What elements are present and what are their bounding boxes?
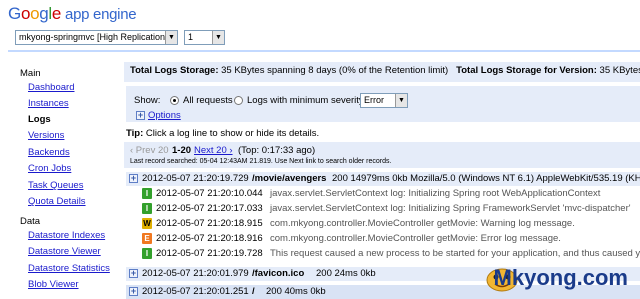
pager-bar: ‹ Prev 20 1-20 Next 20 › (Top: 0:17:33 a… bbox=[124, 142, 640, 168]
chevron-down-icon[interactable]: ▼ bbox=[395, 94, 407, 107]
sidebar-item-instances[interactable]: Instances bbox=[28, 98, 69, 109]
log-time: 2012-05-07 21:20:10.044 bbox=[156, 188, 263, 199]
info-level-icon: I bbox=[142, 188, 152, 199]
expand-plus-icon[interactable]: + bbox=[129, 269, 138, 278]
log-message: com.mkyong.controller.MovieController ge… bbox=[270, 218, 575, 229]
last-record-searched: Last record searched: 05-04 12:43AM 21.8… bbox=[130, 158, 392, 165]
sidebar-item-blob-viewer[interactable]: Blob Viewer bbox=[28, 279, 79, 290]
log-time: 2012-05-07 21:20:17.033 bbox=[156, 203, 263, 214]
log-path: / bbox=[252, 286, 255, 297]
log-time: 2012-05-07 21:20:01.251 bbox=[142, 286, 249, 297]
tip-text: Click a log line to show or hide its det… bbox=[145, 128, 320, 139]
log-line-row[interactable]: I 2012-05-07 21:20:10.044 javax.servlet.… bbox=[126, 187, 640, 201]
error-level-icon: E bbox=[142, 233, 152, 244]
log-time: 2012-05-07 21:20:01.979 bbox=[142, 268, 249, 279]
sidebar-item-versions[interactable]: Versions bbox=[28, 130, 64, 141]
log-line-row[interactable]: W 2012-05-07 21:20:18.915 com.mkyong.con… bbox=[126, 217, 640, 231]
expand-plus-icon[interactable]: + bbox=[129, 287, 138, 296]
expand-plus-icon[interactable]: + bbox=[136, 111, 145, 120]
sidebar-heading-data: Data bbox=[20, 216, 41, 227]
logs-storage-summary: Total Logs Storage: 35 KBytes spanning 8… bbox=[124, 62, 640, 82]
chevron-down-icon[interactable]: ▼ bbox=[212, 31, 224, 44]
log-message: javax.servlet.ServletContext log: Initia… bbox=[270, 203, 631, 214]
logo-letter: o bbox=[30, 4, 40, 23]
tip-label: Tip: bbox=[126, 128, 144, 139]
chevron-down-icon[interactable]: ▼ bbox=[165, 31, 177, 44]
log-time: 2012-05-07 21:20:19.729 bbox=[142, 173, 249, 184]
log-line-row[interactable]: I 2012-05-07 21:20:17.033 javax.servlet.… bbox=[126, 202, 640, 216]
info-level-icon: I bbox=[142, 248, 152, 259]
log-message: javax.servlet.ServletContext log: Initia… bbox=[270, 188, 601, 199]
sidebar-item-backends[interactable]: Backends bbox=[28, 147, 70, 158]
info-level-icon: I bbox=[142, 203, 152, 214]
total-storage-value: 35 KBytes spanning 8 days (0% of the Ret… bbox=[221, 65, 449, 76]
show-label: Show: bbox=[134, 95, 161, 106]
logo-product-name: app engine bbox=[65, 6, 137, 23]
warning-level-icon: W bbox=[142, 218, 152, 229]
log-message: This request caused a new process to be … bbox=[270, 248, 640, 259]
log-time: 2012-05-07 21:20:19.728 bbox=[156, 248, 263, 259]
app-select-value: mkyong-springmvc [High Replication] bbox=[19, 32, 168, 42]
version-storage-label: Total Logs Storage for Version: bbox=[456, 65, 597, 76]
log-message: com.mkyong.controller.MovieController ge… bbox=[270, 233, 561, 244]
log-path: /favicon.ico bbox=[252, 268, 305, 279]
log-line-row[interactable]: E 2012-05-07 21:20:18.916 com.mkyong.con… bbox=[126, 232, 640, 246]
log-details: 200 14979ms 0kb Mozilla/5.0 (Windows NT … bbox=[332, 173, 640, 184]
app-engine-logo[interactable]: Google app engine bbox=[8, 4, 137, 24]
logo-letter: o bbox=[20, 4, 31, 23]
logo-letter: e bbox=[51, 4, 62, 23]
all-requests-radio[interactable] bbox=[170, 96, 179, 105]
next-page-link[interactable]: Next 20 › bbox=[194, 145, 233, 156]
sidebar-item-quota-details[interactable]: Quota Details bbox=[28, 196, 86, 207]
app-select[interactable]: mkyong-springmvc [High Replication] ▼ bbox=[15, 30, 178, 45]
log-path: /movie/avengers bbox=[252, 173, 327, 184]
log-details: 200 40ms 0kb bbox=[266, 286, 326, 297]
sidebar-item-datastore-viewer[interactable]: Datastore Viewer bbox=[28, 246, 101, 257]
sidebar-item-cron-jobs[interactable]: Cron Jobs bbox=[28, 163, 71, 174]
log-time: 2012-05-07 21:20:18.915 bbox=[156, 218, 263, 229]
page-range: 1-20 bbox=[172, 145, 192, 156]
watermark: Mkyong.com bbox=[493, 265, 628, 290]
total-storage-label: Total Logs Storage: bbox=[130, 65, 219, 76]
sidebar-item-datastore-statistics[interactable]: Datastore Statistics bbox=[28, 263, 110, 274]
sidebar-item-logs[interactable]: Logs bbox=[28, 114, 51, 125]
sidebar-item-datastore-indexes[interactable]: Datastore Indexes bbox=[28, 230, 105, 241]
header-divider bbox=[8, 50, 640, 52]
severity-select[interactable]: Error ▼ bbox=[360, 93, 408, 108]
logo-letter: G bbox=[8, 4, 21, 23]
log-details: 200 24ms 0kb bbox=[316, 268, 376, 279]
log-filter-panel: Show: All requests Logs with minimum sev… bbox=[126, 86, 640, 122]
sidebar-item-task-queues[interactable]: Task Queues bbox=[28, 180, 83, 191]
expand-plus-icon[interactable]: + bbox=[129, 174, 138, 183]
top-age: (Top: 0:17:33 ago) bbox=[238, 145, 316, 156]
prev-page-link[interactable]: ‹ Prev 20 bbox=[130, 145, 169, 156]
version-select-value: 1 bbox=[188, 32, 194, 42]
sidebar-item-dashboard[interactable]: Dashboard bbox=[28, 82, 74, 93]
options-link[interactable]: Options bbox=[148, 110, 181, 121]
version-storage-value: 35 KBytes (100% bbox=[599, 65, 640, 76]
log-line-row[interactable]: I 2012-05-07 21:20:19.728 This request c… bbox=[126, 247, 640, 261]
log-time: 2012-05-07 21:20:18.916 bbox=[156, 233, 263, 244]
min-severity-radio[interactable] bbox=[234, 96, 243, 105]
log-request-row[interactable]: + 2012-05-07 21:20:19.729 /movie/avenger… bbox=[126, 172, 640, 186]
severity-select-value: Error bbox=[364, 95, 384, 105]
sidebar-heading-main: Main bbox=[20, 68, 41, 79]
version-select[interactable]: 1 ▼ bbox=[184, 30, 225, 45]
tip-line: Tip: Click a log line to show or hide it… bbox=[126, 128, 319, 139]
min-severity-label[interactable]: Logs with minimum severity: bbox=[247, 95, 366, 106]
all-requests-label[interactable]: All requests bbox=[183, 95, 233, 106]
